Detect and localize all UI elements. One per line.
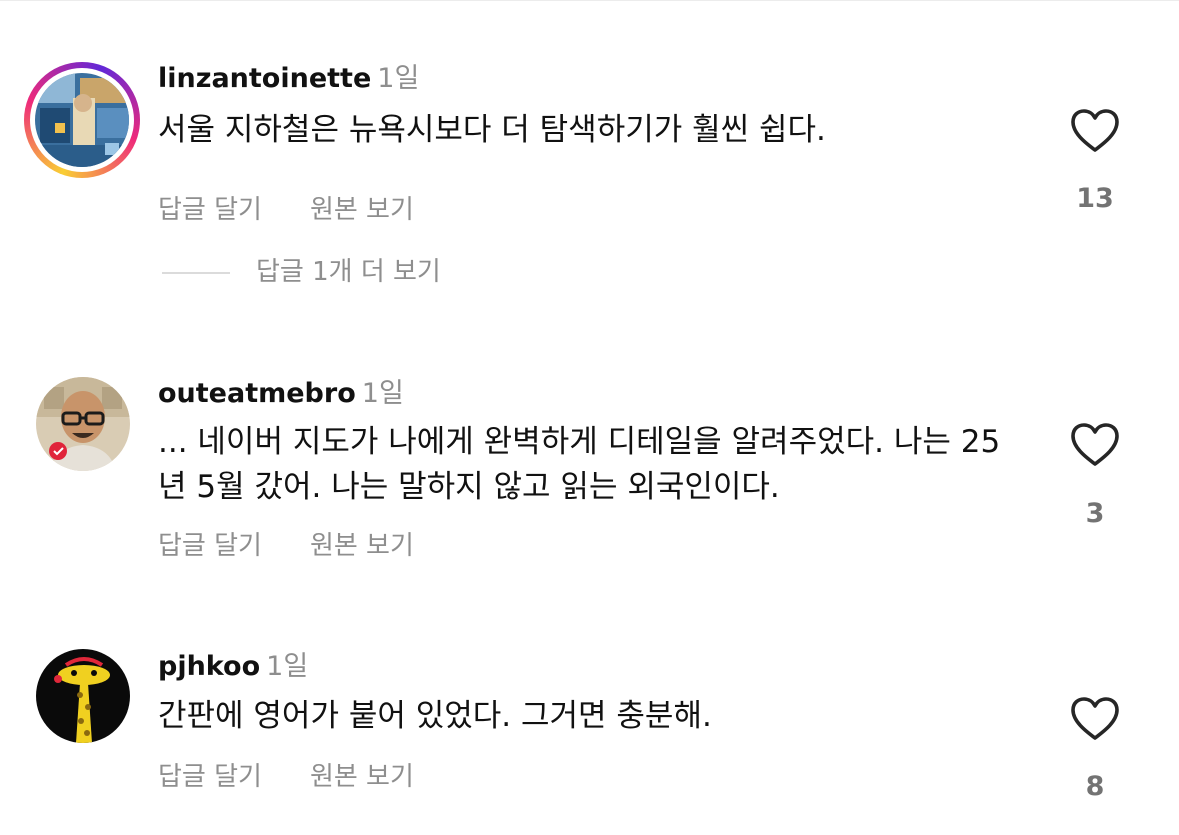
timestamp: 1일 — [266, 651, 309, 682]
comment-text: 간판에 영어가 붙어 있었다. 그거면 충분해. — [158, 698, 712, 734]
avatar[interactable] — [24, 637, 140, 753]
heart-icon — [1071, 697, 1119, 740]
like-button[interactable] — [1066, 696, 1124, 742]
comment-item: pjhkoo 1일 간판에 영어가 붙어 있었다. 그거면 충분해. 답글 달기 원… — [0, 0, 1179, 835]
reply-button[interactable]: 답글 달기 — [158, 761, 262, 793]
giraffe-avatar — [36, 649, 130, 743]
like-count: 8 — [1085, 771, 1105, 802]
see-original-button[interactable]: 원본 보기 — [310, 761, 414, 793]
username[interactable]: pjhkoo — [158, 651, 260, 682]
